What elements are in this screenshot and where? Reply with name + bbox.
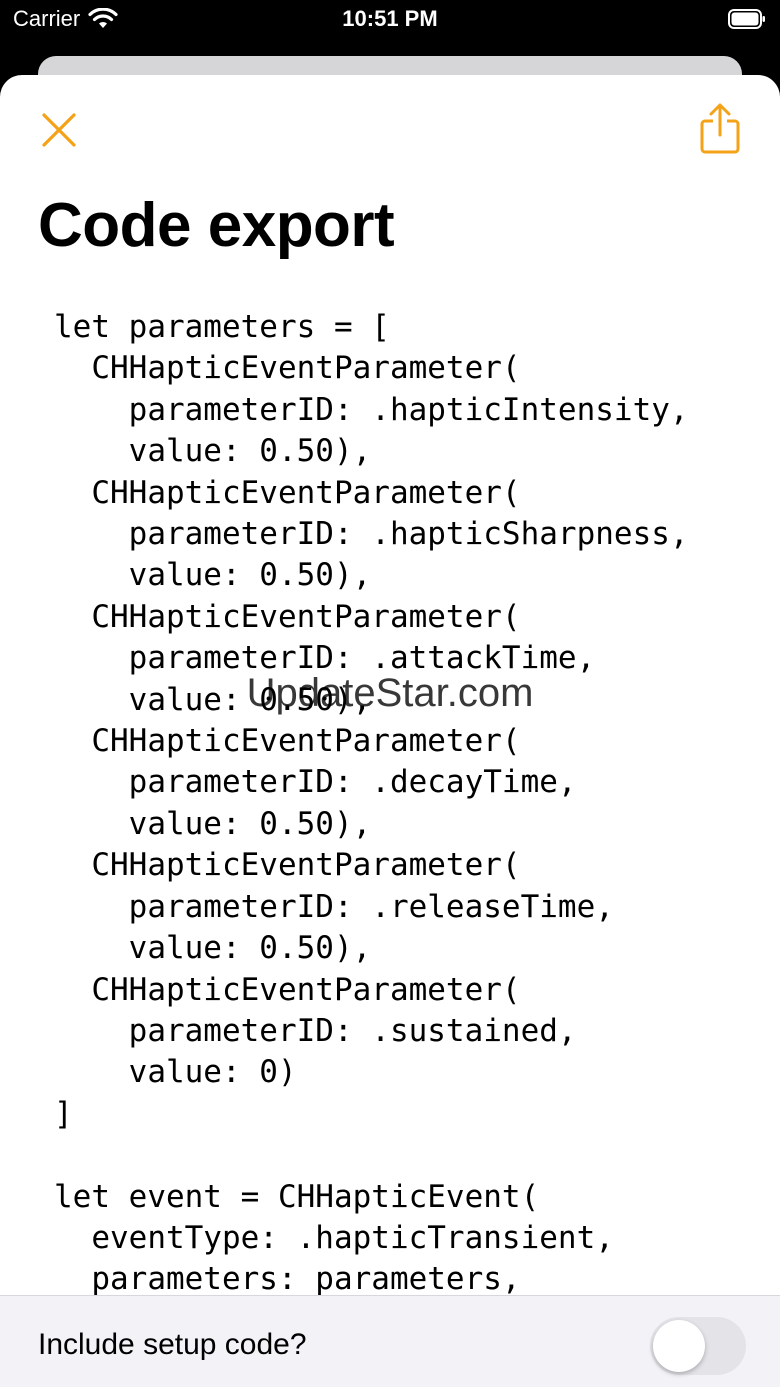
status-time: 10:51 PM [342, 6, 438, 31]
setup-code-label: Include setup code? [38, 1328, 307, 1361]
setup-code-toggle[interactable] [650, 1317, 746, 1375]
status-bar: Carrier 10:51 PM [0, 0, 780, 40]
toggle-knob [653, 1320, 705, 1372]
code-export-sheet: Code export let parameters = [ CHHapticE… [0, 75, 780, 1387]
page-title: Code export [38, 191, 395, 260]
share-icon[interactable] [696, 101, 744, 157]
setup-code-bar: Include setup code? [0, 1295, 780, 1387]
code-block: let parameters = [ CHHapticEventParamete… [54, 309, 689, 1298]
battery-icon [728, 9, 765, 29]
close-x-icon[interactable] [36, 107, 82, 153]
